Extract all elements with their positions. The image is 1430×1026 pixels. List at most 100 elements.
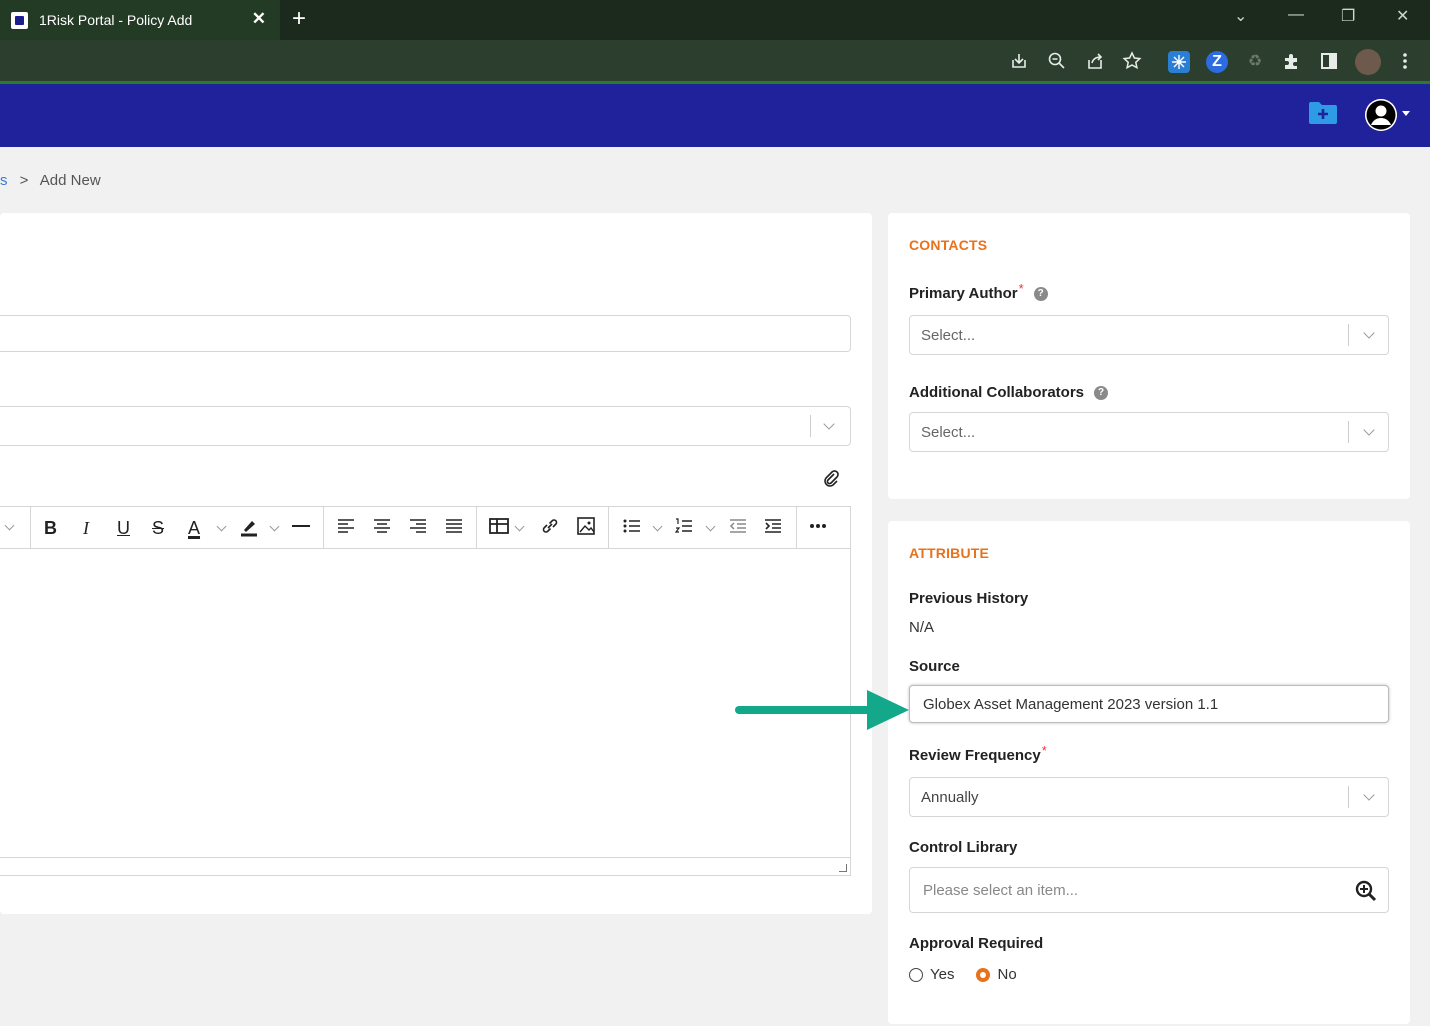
help-icon[interactable]: ? (1094, 386, 1109, 400)
approval-radio-group: Yes No (909, 966, 1017, 983)
chevron-down-icon[interactable] (1363, 424, 1375, 436)
bullet-list-icon[interactable] (622, 516, 642, 540)
collaborators-label: Additional Collaborators? (909, 384, 1109, 401)
select-value: Select... (921, 327, 976, 344)
help-icon[interactable]: ? (1033, 287, 1048, 301)
breadcrumb-current: Add New (39, 172, 101, 189)
rich-text-editor[interactable]: B I U S A (0, 506, 851, 876)
source-label: Source (909, 658, 960, 675)
sidepanel-icon[interactable] (1318, 51, 1340, 73)
align-right-icon[interactable] (408, 516, 428, 540)
control-library-lookup[interactable]: Please select an item... (909, 867, 1389, 913)
required-mark: * (1018, 281, 1024, 296)
share-icon[interactable] (1084, 51, 1106, 73)
chevron-down-icon[interactable] (514, 521, 525, 532)
breadcrumb: s > Add New (0, 172, 101, 189)
contacts-title: CONTACTS (909, 237, 988, 253)
app-header (0, 84, 1430, 147)
link-icon[interactable] (540, 516, 560, 540)
browser-tab[interactable]: 1Risk Portal - Policy Add ✕ (0, 0, 280, 40)
contacts-card: CONTACTS Primary Author*? Select... Addi… (888, 213, 1410, 499)
extension-recycle-icon[interactable]: ♻ (1244, 51, 1266, 73)
control-library-label: Control Library (909, 839, 1018, 856)
image-icon[interactable] (576, 516, 596, 540)
browser-tab-bar: 1Risk Portal - Policy Add ✕ + ⌄ — ❐ ✕ (0, 0, 1430, 40)
previous-history-value: N/A (909, 619, 935, 636)
breadcrumb-separator: > (19, 172, 29, 189)
radio-no[interactable] (976, 967, 991, 982)
table-icon[interactable] (488, 516, 510, 540)
browser-menu-icon[interactable] (1394, 51, 1416, 73)
extensions-puzzle-icon[interactable] (1281, 51, 1303, 73)
editor-toolbar: B I U S A (0, 507, 850, 549)
minimize-button[interactable]: — (1288, 6, 1304, 24)
source-value: Globex Asset Management 2023 version 1.1 (923, 696, 1219, 713)
align-left-icon[interactable] (336, 516, 356, 540)
extension-snow-icon[interactable] (1168, 51, 1190, 73)
policy-select[interactable] (0, 406, 851, 446)
radio-yes-label[interactable]: Yes (930, 966, 954, 983)
folder-add-icon[interactable] (1308, 101, 1338, 125)
chevron-down-icon[interactable] (705, 521, 716, 532)
breadcrumb-link[interactable]: s (0, 172, 8, 189)
font-color-button[interactable]: A (188, 516, 200, 540)
bold-button[interactable]: B (44, 516, 57, 540)
policy-title-input[interactable] (0, 315, 851, 352)
new-tab-button[interactable]: + (292, 5, 306, 33)
more-options-icon[interactable] (808, 516, 828, 540)
chevron-down-icon[interactable] (1363, 789, 1375, 801)
review-frequency-select[interactable]: Annually (909, 777, 1389, 817)
restore-button[interactable]: ❐ (1341, 6, 1355, 26)
primary-author-select[interactable]: Select... (909, 315, 1389, 355)
horizontal-line-icon[interactable] (291, 516, 311, 540)
strikethrough-button[interactable]: S (152, 516, 164, 540)
chevron-down-icon[interactable] (1363, 327, 1375, 339)
numbered-list-icon[interactable] (674, 516, 694, 540)
avatar-caret-icon[interactable] (1402, 111, 1410, 116)
highlight-icon[interactable] (238, 516, 260, 540)
chevron-down-icon[interactable] (4, 520, 15, 531)
collaborators-select[interactable]: Select... (909, 412, 1389, 452)
editor-statusbar (0, 857, 850, 858)
select-value: Annually (921, 789, 979, 806)
download-icon[interactable] (1008, 51, 1030, 73)
approval-required-label: Approval Required (909, 935, 1044, 952)
radio-no-label[interactable]: No (997, 966, 1016, 983)
chevron-down-icon[interactable] (652, 521, 663, 532)
tab-search-icon[interactable]: ⌄ (1234, 6, 1247, 26)
required-mark: * (1041, 743, 1047, 758)
align-justify-icon[interactable] (444, 516, 464, 540)
attribute-card: ATTRIBUTE Previous History N/A Source Gl… (888, 521, 1410, 1024)
indent-icon[interactable] (763, 516, 783, 540)
chevron-down-icon[interactable] (823, 418, 835, 430)
paperclip-icon[interactable] (823, 469, 839, 492)
close-window-button[interactable]: ✕ (1396, 6, 1409, 26)
outdent-icon[interactable] (728, 516, 748, 540)
resize-handle[interactable] (839, 864, 847, 872)
underline-button[interactable]: U (117, 516, 130, 540)
chevron-down-icon[interactable] (216, 521, 227, 532)
favicon-icon (11, 11, 28, 29)
star-icon[interactable] (1121, 51, 1143, 73)
select-separator (810, 415, 811, 437)
radio-yes[interactable] (909, 967, 923, 982)
chevron-down-icon[interactable] (269, 521, 280, 532)
lookup-placeholder: Please select an item... (923, 882, 1079, 899)
profile-avatar-icon[interactable] (1355, 49, 1381, 75)
arrow-annotation (735, 690, 909, 730)
extension-z-icon[interactable]: Z (1206, 51, 1228, 73)
browser-toolbar: Z ♻ (0, 40, 1430, 84)
zoom-icon[interactable] (1046, 51, 1068, 73)
primary-author-label: Primary Author*? (909, 281, 1048, 302)
user-avatar-icon[interactable] (1365, 99, 1397, 131)
tab-title: 1Risk Portal - Policy Add (39, 12, 193, 28)
previous-history-label: Previous History (909, 590, 1029, 607)
search-plus-icon[interactable] (1354, 879, 1378, 903)
review-frequency-label: Review Frequency* (909, 743, 1047, 764)
attribute-title: ATTRIBUTE (909, 545, 990, 561)
select-value: Select... (921, 424, 976, 441)
tab-close-icon[interactable]: ✕ (252, 9, 266, 29)
align-center-icon[interactable] (372, 516, 392, 540)
source-input[interactable]: Globex Asset Management 2023 version 1.1 (909, 685, 1389, 723)
italic-button[interactable]: I (83, 516, 89, 540)
